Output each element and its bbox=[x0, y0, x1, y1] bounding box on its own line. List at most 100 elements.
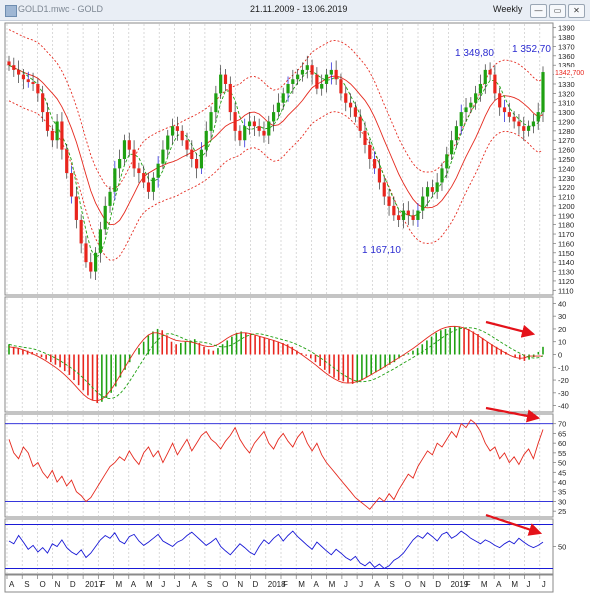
candle-body bbox=[353, 107, 357, 117]
osc-y-tick-label: -20 bbox=[558, 376, 569, 385]
candle-body bbox=[137, 168, 141, 174]
candle-body bbox=[401, 210, 406, 220]
candle-body bbox=[522, 126, 526, 131]
candle-body bbox=[416, 210, 420, 220]
price-y-tick-label: 1310 bbox=[558, 99, 575, 108]
candle-body bbox=[108, 191, 112, 206]
x-tick-label: M bbox=[116, 580, 123, 589]
candle-body bbox=[296, 74, 300, 80]
period-label: Weekly bbox=[493, 4, 523, 14]
candle-body bbox=[214, 93, 218, 113]
osc-y-tick-label: 30 bbox=[558, 312, 566, 321]
price-y-tick-label: 1390 bbox=[558, 24, 575, 33]
candle-body bbox=[348, 102, 353, 108]
x-tick-label: O bbox=[39, 580, 45, 589]
candle-body bbox=[98, 229, 103, 253]
price-y-tick-label: 1250 bbox=[558, 155, 575, 164]
price-y-tick-label: 1230 bbox=[558, 174, 575, 183]
high-annotation-2: 1 352,70 bbox=[512, 44, 551, 55]
x-tick-label: A bbox=[131, 580, 137, 589]
candle-body bbox=[425, 187, 430, 197]
stoch-y-tick-label: 50 bbox=[558, 543, 566, 552]
candle-body bbox=[185, 140, 189, 150]
candle-body bbox=[243, 126, 247, 141]
candle-body bbox=[339, 79, 343, 94]
x-tick-label: A bbox=[9, 580, 15, 589]
candle-body bbox=[498, 93, 502, 108]
candle-body bbox=[397, 215, 401, 220]
close-icon[interactable]: ✕ bbox=[568, 4, 585, 18]
candle-body bbox=[478, 83, 483, 94]
chart-area[interactable]: A S O N D 2017F M A M J J A S O N D 2018F M A M J J A S O N D 2019F… bbox=[0, 20, 590, 594]
candle-body bbox=[175, 126, 179, 131]
candle-body bbox=[122, 140, 127, 159]
candle-body bbox=[310, 65, 314, 75]
candle-body bbox=[435, 182, 439, 192]
x-tick-label: J bbox=[344, 580, 348, 589]
window-titlebar[interactable]: GOLD1.mwc - GOLD 21.11.2009 - 13.06.2019… bbox=[0, 0, 590, 21]
candle-body bbox=[199, 149, 204, 169]
candle-body bbox=[31, 82, 35, 84]
candle-body bbox=[512, 116, 516, 122]
price-y-tick-label: 1330 bbox=[558, 80, 575, 89]
candle-body bbox=[204, 130, 208, 150]
candle-body bbox=[271, 112, 276, 122]
price-y-tick-label: 1130 bbox=[558, 268, 574, 277]
candle-body bbox=[358, 116, 362, 131]
x-tick-label: O bbox=[405, 580, 411, 589]
candle-body bbox=[377, 168, 382, 183]
price-y-tick-label: 1160 bbox=[558, 239, 574, 248]
candle-body bbox=[517, 121, 521, 127]
price-y-tick-label: 1110 bbox=[558, 286, 574, 295]
x-tick-label: N bbox=[55, 580, 61, 589]
candle-body bbox=[488, 69, 492, 75]
candle-body bbox=[21, 74, 26, 80]
candle-body bbox=[464, 107, 468, 113]
price-y-tick-label: 1180 bbox=[558, 221, 574, 230]
candle-body bbox=[406, 210, 410, 216]
x-tick-label: A bbox=[192, 580, 198, 589]
osc-y-tick-label: -10 bbox=[558, 363, 569, 372]
x-tick-label: S bbox=[207, 580, 212, 589]
candle-body bbox=[344, 93, 348, 103]
candle-body bbox=[320, 83, 324, 89]
candle-body bbox=[79, 219, 83, 244]
x-tick-label: D bbox=[70, 580, 76, 589]
candle-body bbox=[228, 83, 232, 113]
candle-body bbox=[300, 69, 305, 75]
osc-y-tick-label: 40 bbox=[558, 299, 566, 308]
minimize-icon[interactable]: — bbox=[530, 4, 547, 18]
x-tick-label: M bbox=[298, 580, 305, 589]
candle-body bbox=[50, 130, 54, 141]
osc-y-tick-label: 20 bbox=[558, 325, 566, 334]
price-y-tick-label: 1300 bbox=[558, 108, 575, 117]
price-y-tick-label: 1120 bbox=[558, 277, 574, 286]
osc-y-tick-label: 10 bbox=[558, 338, 566, 347]
x-tick-label: D bbox=[253, 580, 259, 589]
x-tick-label: O bbox=[222, 580, 228, 589]
x-tick-label: M bbox=[329, 580, 336, 589]
x-tick-label: N bbox=[237, 580, 243, 589]
price-y-tick-label: 1260 bbox=[558, 146, 575, 155]
candle-body bbox=[65, 149, 69, 174]
candle-body bbox=[469, 102, 473, 108]
price-y-tick-label: 1200 bbox=[558, 202, 575, 211]
x-tick-label: A bbox=[374, 580, 380, 589]
rsi-y-tick-label: 25 bbox=[558, 507, 566, 516]
app-icon bbox=[5, 5, 17, 17]
restore-icon[interactable]: ▭ bbox=[549, 4, 566, 18]
candle-body bbox=[103, 205, 107, 230]
candle-body bbox=[493, 74, 497, 94]
x-tick-label: N bbox=[420, 580, 426, 589]
x-tick-label: M bbox=[146, 580, 153, 589]
x-tick-label: A bbox=[496, 580, 502, 589]
candle-body bbox=[315, 74, 319, 89]
date-range-label: 21.11.2009 - 13.06.2019 bbox=[250, 4, 348, 14]
candle-body bbox=[151, 177, 155, 192]
price-y-tick-label: 1290 bbox=[558, 117, 575, 126]
rsi-y-tick-label: 35 bbox=[558, 488, 566, 497]
candle-body bbox=[459, 112, 463, 127]
x-tick-label: J bbox=[176, 580, 180, 589]
candle-body bbox=[238, 130, 242, 141]
x-tick-label: A bbox=[313, 580, 319, 589]
